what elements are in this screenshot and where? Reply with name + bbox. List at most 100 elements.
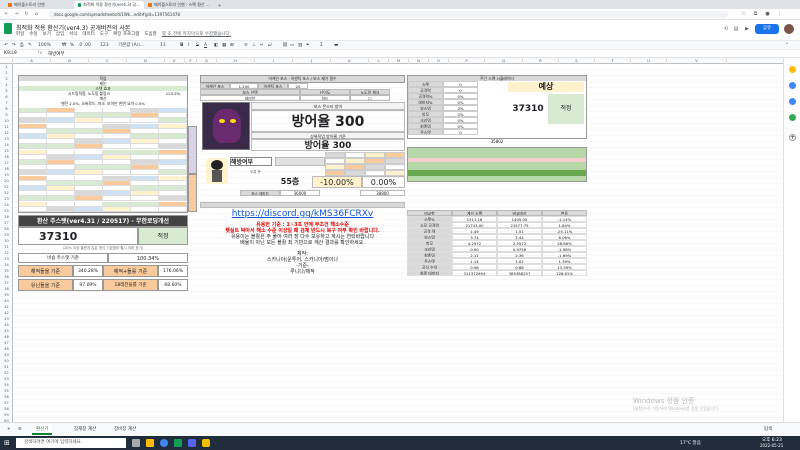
sim-row-input[interactable]: 0 [443,129,478,135]
menu-file[interactable]: 파일 [16,31,24,37]
undo-icon[interactable]: ↶ [4,42,8,50]
stat-cell[interactable] [19,206,47,212]
arrow-right-icon[interactable]: → [13,11,20,18]
chrome-icon[interactable] [160,439,168,447]
browser-tab-1[interactable]: 메이플스토리 인벤 [4,1,74,9]
merge-icon[interactable]: ⊞ [230,42,234,50]
rotate-icon[interactable]: ⤾ [268,42,272,50]
taskbar-search-input[interactable]: 검색하려면 여기에 입력하세요. [16,438,126,448]
last-edit-link[interactable]: 몇 초 전에 마지막으로 수정했습니다. [162,31,231,37]
stat-cell[interactable] [47,206,75,212]
fill-color-icon[interactable]: ◧ [214,42,218,50]
align-icon[interactable]: ≡ [244,42,248,50]
add-addon-icon[interactable]: + [789,134,796,141]
all-sheets-icon[interactable]: ≡ [14,425,26,435]
print-icon[interactable]: ⎙ [20,42,24,50]
arrow-left-icon[interactable]: ← [3,11,10,18]
tab-calculator[interactable]: 환산기 [32,425,53,435]
stat-cell[interactable] [131,206,159,212]
functions-icon[interactable]: Σ [320,42,323,50]
paint-format-icon[interactable]: ✎ [28,42,32,50]
menu-insert[interactable]: 삽입 [56,31,64,37]
home-icon[interactable]: ⌂ [33,11,40,18]
explore-button[interactable]: 탐색 [760,425,776,435]
discord-link[interactable]: https://discord.gg/kMS36FCRXv [200,208,405,220]
link-icon[interactable]: ⛓ [282,42,288,50]
stat-cell[interactable] [75,206,103,212]
browser-tab-3[interactable]: 메이플스토리 인벤 : 스펙 환산 ... [144,1,214,9]
menu-extensions[interactable]: 확장 프로그램 [113,31,139,37]
text-color-button[interactable]: A [204,42,207,50]
game-icon[interactable] [202,439,210,447]
bookmark-star-icon[interactable]: ☆ [740,11,747,18]
zoom-select[interactable]: 100% [38,42,51,50]
avatar[interactable] [784,24,794,34]
file-explorer-icon[interactable] [146,439,154,447]
menu-tools[interactable]: 도구 [100,31,108,37]
new-tab-button[interactable]: + [214,1,224,9]
collapse-menu-icon[interactable]: ⌃ [785,42,789,50]
compare-grid[interactable]: 비교항 계산 스펙 비교대상 변동 스탯% 1311.16 1405.05 -1.14% 소모 … [407,210,587,280]
simulator-rows[interactable]: 스텟 0 공격력 0 공격력% 0% 데미지% 0% 보스뎀 0% 방무 0% 크리뎀 0% 최종뎀 0% 주스… [408,81,478,137]
menu-edit[interactable]: 수정 [29,31,37,37]
history-icon[interactable]: ⟲ [722,25,730,33]
share-button[interactable]: 공유 [755,24,779,34]
menu-format[interactable]: 서식 [69,31,77,37]
extensions-icon[interactable]: ⧉ [752,11,759,18]
url-input[interactable]: docs.google.com/spreadsheets/d/1Wk...edi… [48,11,728,18]
strikethrough-button[interactable]: S [196,42,199,50]
filter-icon[interactable]: ⏷ [306,42,310,50]
browser-tab-2[interactable]: 최적화 적용 환산기(ver4.3) 공... [74,1,144,9]
profile-icon[interactable]: ● [764,11,771,18]
wrap-icon[interactable]: ↵ [260,42,264,50]
input-tools-icon[interactable]: ▬ [334,42,338,50]
discord-icon[interactable] [188,439,196,447]
bold-button[interactable]: B [180,42,183,50]
font-size-select[interactable]: 11 [160,42,166,50]
comment-icon[interactable]: ▤ [732,25,740,33]
contacts-icon[interactable] [789,98,796,105]
windows-start-icon[interactable]: ⊞ [4,439,10,447]
currency-button[interactable]: ₩ [62,42,66,50]
notice-body-2: 배율이 아닌 모든 블활 최 기반으로 계산 결과를 확인하세요. [240,240,365,246]
name-box[interactable]: K9:L9 [4,51,17,56]
menu-data[interactable]: 데이터 [82,31,94,37]
chart-icon[interactable]: ▥ [298,42,302,50]
valign-icon[interactable]: ⊥ [252,42,256,50]
predict-value: 37310 [512,104,544,114]
tab-potential[interactable]: 잠재창 계산 [70,425,100,435]
menu-dots-icon[interactable]: ⋮ [776,11,783,18]
decimals-buttons[interactable]: .0 .00 [78,42,91,50]
tab-equipment[interactable]: 장비창 계산 [110,425,140,435]
release-label[interactable]: 해방여부 [230,157,272,166]
borders-icon[interactable]: ▦ [222,42,226,50]
stat-cell[interactable] [159,206,187,212]
left-stat-grid[interactable] [19,108,187,212]
add-sheet-icon[interactable]: + [3,425,15,435]
redo-icon[interactable]: ↷ [12,42,16,50]
sheets-logo-icon[interactable] [4,23,12,34]
formula-input[interactable]: 해방여부 [48,51,65,57]
percent-button[interactable]: % [70,42,74,50]
menu-help[interactable]: 도움말 [144,31,156,37]
stat-cell[interactable] [103,206,131,212]
clock-date[interactable]: 2022-05-21 [760,443,783,448]
meet-icon[interactable]: ▶ [743,25,751,33]
boss-select[interactable]: 데미안 [200,95,300,101]
difficulty-select[interactable]: 하드 [300,95,350,101]
banner-small: 보스 몬스터 방어 [251,102,405,110]
task-view-icon[interactable] [132,439,140,447]
font-select[interactable]: 기본값 (Ari... [118,42,144,50]
number-format-button[interactable]: 123 [100,42,109,50]
keep-icon[interactable] [789,66,796,73]
reload-icon[interactable]: ↻ [23,11,30,18]
nodope-checkbox[interactable]: ☐ [350,95,390,101]
comment-add-icon[interactable]: ▭ [290,42,294,50]
italic-button[interactable]: I [188,42,189,50]
maps-icon[interactable] [789,114,796,121]
weather-text[interactable]: 17°C 맑음 [680,440,701,446]
tasks-icon[interactable] [789,82,796,89]
menu-view[interactable]: 보기 [43,31,51,37]
app-icon[interactable] [174,439,182,447]
grid-area[interactable]: 직업 제논 스텟 효과 시드링적용, 노도핑 블링크 120.5% 계산 벤전 … [13,64,783,422]
